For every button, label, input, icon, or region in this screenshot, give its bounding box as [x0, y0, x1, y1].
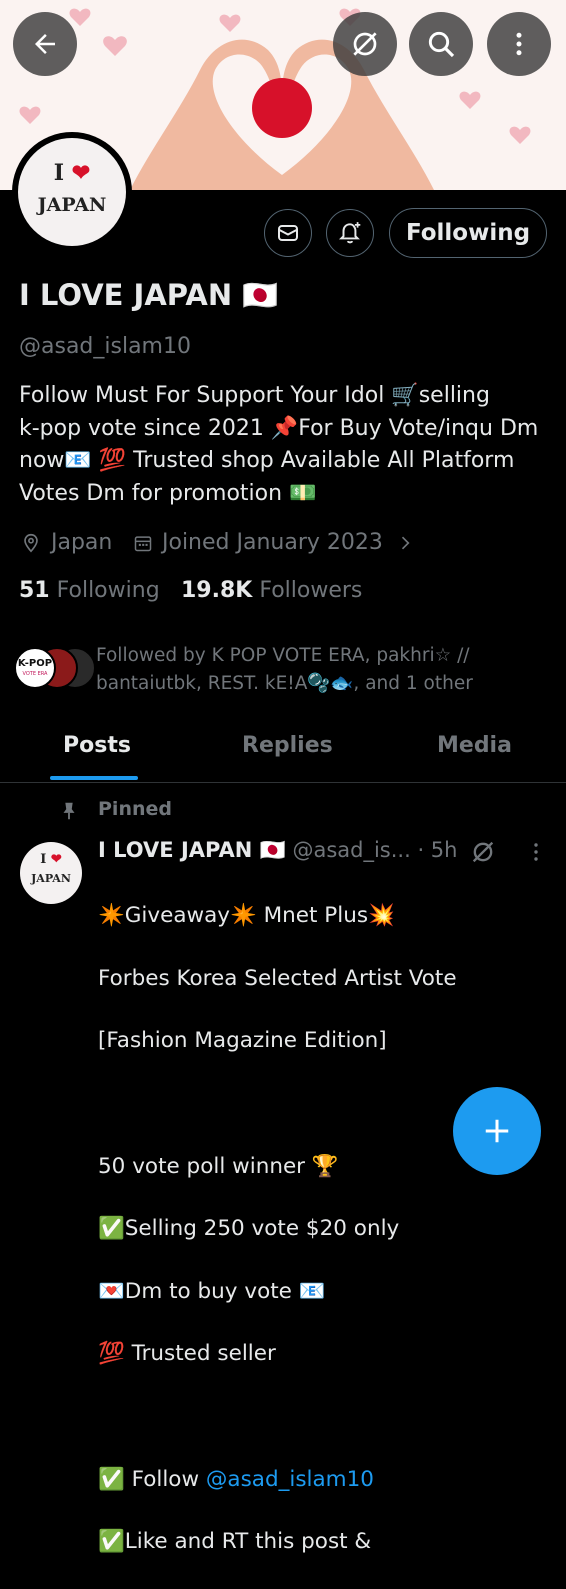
followers-label: Followers: [259, 578, 363, 603]
avatar-text-i: I: [53, 160, 65, 186]
more-vertical-icon: [516, 32, 522, 56]
plus-icon: [485, 1119, 509, 1143]
following-label: Following: [56, 578, 160, 603]
compose-post-button[interactable]: [453, 1087, 541, 1175]
pinned-label: Pinned: [98, 798, 172, 820]
post-line: 💌Dm to buy vote 📧: [98, 1278, 326, 1304]
chevron-right-icon[interactable]: [395, 533, 415, 553]
tab-posts[interactable]: Posts: [63, 733, 131, 758]
following-count: 51: [19, 578, 50, 603]
pin-icon: [63, 802, 75, 820]
search-button[interactable]: [409, 12, 473, 76]
notifications-button[interactable]: [326, 209, 374, 257]
grok-icon: [353, 32, 377, 56]
avatar-image: I ❤ JAPAN: [18, 138, 126, 246]
more-vertical-icon[interactable]: [524, 840, 548, 864]
kpop-avatar-subtext: VOTE ERA: [22, 671, 48, 677]
message-button[interactable]: [264, 209, 312, 257]
kpop-avatar: K-POP VOTE ERA: [14, 647, 56, 689]
location: Japan: [20, 530, 112, 555]
followers-stat[interactable]: 19.8K Followers: [181, 578, 362, 603]
post-line: ✅Selling 250 vote $20 only: [98, 1216, 400, 1242]
followers-count: 19.8K: [181, 578, 253, 603]
location-text: Japan: [51, 530, 113, 555]
followed-by-line: Followed by K POP VOTE ERA, pakhri☆ //: [96, 645, 470, 666]
avatar-sm-heart: ❤: [50, 852, 62, 867]
post-header[interactable]: I LOVE JAPAN 🇯🇵 @asad_is... · 5h: [98, 838, 457, 863]
bio-line: now📧 💯 Trusted shop Available All Platfo…: [19, 448, 515, 473]
followers-you-know-avatars[interactable]: K-POP VOTE ERA: [14, 647, 96, 689]
kpop-avatar-text: K-POP: [17, 658, 53, 669]
post-author-name: I LOVE JAPAN 🇯🇵: [98, 838, 286, 862]
followed-by-text[interactable]: Followed by K POP VOTE ERA, pakhri☆ // b…: [96, 642, 536, 698]
active-tab-indicator: [50, 776, 138, 780]
avatar-sm-text-japan: JAPAN: [31, 872, 71, 885]
location-pin-icon: [24, 533, 38, 552]
post-line: ✴️Giveaway✴️ Mnet Plus💥: [98, 903, 395, 929]
follower-avatar-3: [54, 647, 96, 689]
mail-icon: [278, 225, 298, 241]
following-button[interactable]: Following: [389, 208, 547, 258]
post-author-avatar[interactable]: I ❤ JAPAN: [20, 842, 82, 904]
bio-line: k-pop vote since 2021 📌For Buy Vote/inqu…: [19, 415, 539, 441]
post-line: 💯 Trusted seller: [98, 1341, 276, 1367]
avatar-text-japan: JAPAN: [37, 194, 107, 216]
bell-plus-icon: [338, 222, 361, 244]
post-line: ✅ Follow: [98, 1466, 206, 1492]
post-line-follow: ✅ Follow @asad_islam10: [98, 1464, 538, 1495]
grok-button[interactable]: [333, 12, 397, 76]
post-line: ✅Like and RT this post &: [98, 1529, 372, 1555]
divider: [0, 782, 566, 783]
search-icon: [428, 31, 455, 58]
grok-icon[interactable]: [469, 838, 497, 866]
bio-line: Follow Must For Support Your Idol 🛒selli…: [19, 383, 490, 408]
post-line: Forbes Korea Selected Artist Vote: [98, 965, 457, 991]
joined-text: Joined January 2023: [162, 530, 383, 555]
profile-bio: Follow Must For Support Your Idol 🛒selli…: [19, 380, 549, 510]
tab-media[interactable]: Media: [437, 733, 512, 758]
followed-by-line: bantaiutbk, REST. kE!A🫧🐟, and 1 other: [96, 673, 473, 694]
display-name: I LOVE JAPAN 🇯🇵: [19, 278, 279, 312]
more-button[interactable]: [487, 12, 551, 76]
calendar-icon: [134, 535, 152, 551]
post-handle-time: @asad_is... · 5h: [292, 838, 458, 862]
profile-avatar[interactable]: I ❤ JAPAN: [12, 132, 132, 252]
post-text: ✴️Giveaway✴️ Mnet Plus💥 Forbes Korea Sel…: [98, 869, 538, 1589]
join-date: Joined January 2023: [133, 530, 415, 555]
arrow-left-icon: [35, 34, 55, 54]
mention-link[interactable]: @asad_islam10: [206, 1467, 374, 1492]
profile-handle: @asad_islam10: [19, 334, 191, 359]
post-line: [Fashion Magazine Edition]: [98, 1028, 387, 1054]
bio-line: Votes Dm for promotion 💵: [19, 480, 317, 506]
post-line: [98, 1401, 538, 1432]
tab-replies[interactable]: Replies: [242, 733, 333, 758]
back-button[interactable]: [13, 12, 77, 76]
avatar-sm-text-i: I: [40, 852, 47, 867]
following-stat[interactable]: 51 Following: [19, 578, 160, 603]
avatar-heart: ❤: [71, 160, 91, 186]
